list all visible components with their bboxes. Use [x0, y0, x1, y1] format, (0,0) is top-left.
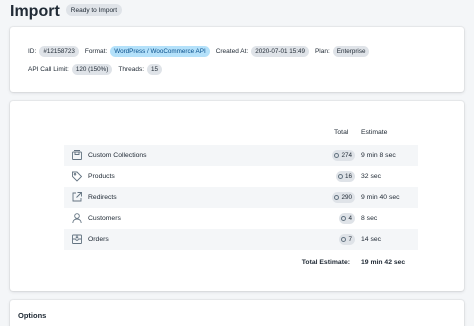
table-row-redirects: Redirects 290 9 min 40 sec: [64, 187, 418, 208]
page-title: Import: [10, 3, 60, 20]
column-header-total: Total: [334, 129, 349, 136]
column-header-estimate: Estimate: [361, 129, 388, 136]
id-value: #12158723: [39, 46, 79, 57]
customer-icon: [71, 212, 83, 224]
row-total: 274: [332, 150, 355, 161]
row-estimate: 32 sec: [361, 172, 382, 180]
row-label: Orders: [88, 235, 109, 243]
row-label: Products: [88, 172, 115, 180]
api-limit-value: 120 (150%): [71, 64, 113, 75]
row-label: Customers: [88, 214, 121, 222]
table-row-orders: Orders 7 14 sec: [64, 229, 418, 250]
plan-value: Enterprise: [332, 46, 370, 57]
total-estimate-label: Total Estimate:: [301, 259, 350, 266]
progress-circle-icon: [334, 195, 340, 200]
progress-circle-icon: [341, 237, 347, 242]
format-label: Format:: [84, 48, 108, 55]
status-badge: Ready to Import: [65, 4, 123, 16]
format-value: WordPress / WooCommerce API: [110, 46, 210, 57]
row-total: 16: [335, 171, 355, 182]
created-value: 2020-07-01 15:49: [251, 46, 309, 57]
progress-circle-icon: [337, 174, 343, 179]
total-estimate-value: 19 min 42 sec: [361, 259, 406, 266]
row-total: 7: [339, 234, 355, 245]
threads-label: Threads:: [118, 66, 145, 73]
row-label: Redirects: [88, 193, 117, 201]
row-estimate: 14 sec: [361, 235, 382, 243]
total-estimate-row: Total Estimate: 19 min 42 sec: [64, 256, 418, 272]
plan-label: Plan:: [314, 48, 330, 55]
api-limit-label: API Call Limit:: [28, 66, 69, 73]
options-card: Options: [10, 300, 464, 326]
row-estimate: 8 sec: [361, 214, 378, 222]
table-row-customers: Customers 4 8 sec: [64, 208, 418, 229]
created-label: Created At:: [215, 48, 249, 55]
redirect-icon: [71, 191, 83, 203]
threads-value: 15: [147, 64, 163, 75]
import-summary-card: Total Estimate Custom Collections 274 9 …: [10, 101, 464, 291]
progress-circle-icon: [341, 216, 347, 221]
info-row-primary: ID: #12158723 Format: WordPress / WooCom…: [28, 46, 375, 57]
order-icon: [71, 233, 83, 245]
progress-circle-icon: [334, 153, 340, 158]
options-title: Options: [18, 311, 47, 320]
import-info-card: ID: #12158723 Format: WordPress / WooCom…: [10, 27, 464, 92]
tag-icon: [71, 170, 83, 182]
info-row-secondary: API Call Limit: 120 (150%) Threads: 15: [28, 64, 168, 75]
row-total: 4: [339, 213, 355, 224]
row-estimate: 9 min 8 sec: [361, 151, 396, 159]
id-label: ID:: [28, 48, 37, 55]
collection-icon: [71, 149, 83, 161]
table-row-custom-collections: Custom Collections 274 9 min 8 sec: [64, 145, 418, 166]
row-total: 290: [332, 192, 355, 203]
table-row-products: Products 16 32 sec: [64, 166, 418, 187]
row-estimate: 9 min 40 sec: [361, 193, 400, 201]
row-label: Custom Collections: [88, 151, 147, 159]
page-header: Import Ready to Import: [10, 2, 123, 22]
